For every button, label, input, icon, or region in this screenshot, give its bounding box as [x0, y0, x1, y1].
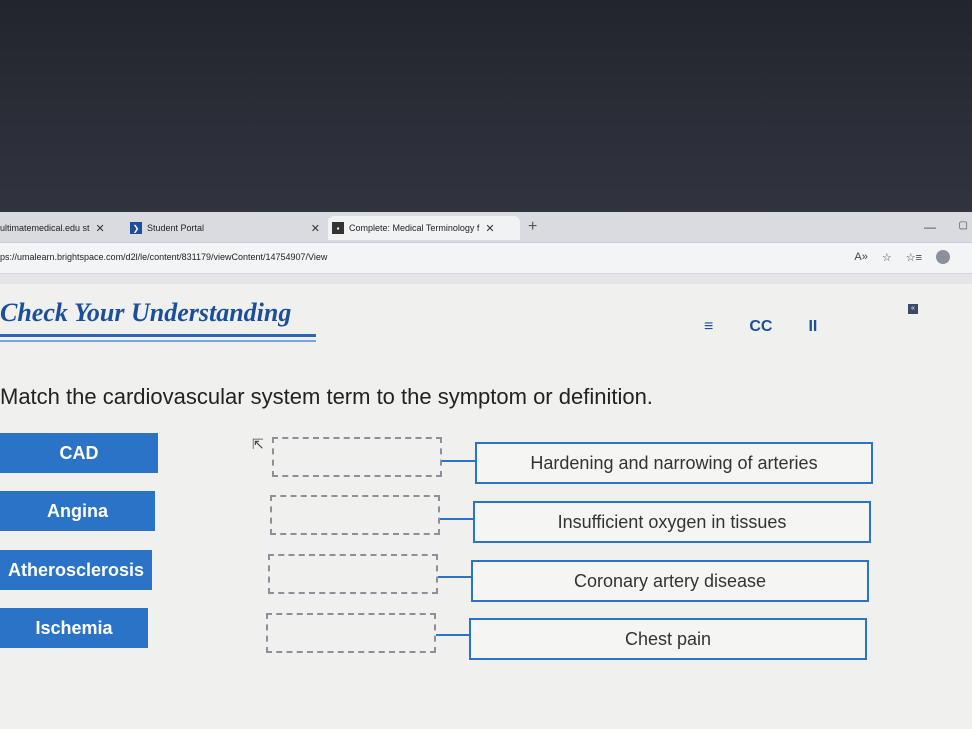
drop-target[interactable] [270, 495, 440, 535]
drop-target[interactable] [272, 437, 442, 477]
title-underline [0, 334, 316, 337]
menu-icon[interactable]: ≡ [704, 318, 713, 336]
definition-item: Insufficient oxygen in tissues [473, 501, 871, 543]
close-icon[interactable]: ✕ [96, 222, 105, 235]
connector-line [436, 634, 472, 636]
toolbar-strip [0, 274, 972, 284]
monitor-bezel [0, 0, 972, 215]
tab-bar: ultimatemedical.edu st ✕ ❯ Student Porta… [0, 212, 972, 243]
collapse-icon[interactable]: « [908, 304, 918, 314]
tab-ultimatemedical[interactable]: ultimatemedical.edu st ✕ [0, 216, 125, 240]
definition-item: Chest pain [469, 618, 867, 660]
instruction-text: Match the cardiovascular system term to … [0, 384, 653, 409]
tab-student-portal[interactable]: ❯ Student Portal ✕ [130, 216, 320, 240]
profile-avatar[interactable] [936, 250, 950, 264]
url-field[interactable]: ps://umalearn.brightspace.com/d2l/le/con… [0, 252, 327, 262]
address-bar-icons: A» ☆ ☆≡ [854, 250, 950, 264]
activity-content: Check Your Understanding « ≡ CC II Match… [0, 284, 972, 729]
captions-button[interactable]: CC [749, 318, 772, 336]
tab-medical-terminology[interactable]: ▪ Complete: Medical Terminology f ✕ [328, 216, 520, 240]
favorite-star-icon[interactable]: ☆ [882, 251, 892, 264]
definition-item: Coronary artery disease [471, 560, 869, 602]
new-tab-button[interactable]: + [528, 218, 537, 236]
tab-label: ultimatemedical.edu st [0, 223, 90, 233]
browser-window: ultimatemedical.edu st ✕ ❯ Student Porta… [0, 212, 972, 729]
term-atherosclerosis[interactable]: Atherosclerosis [0, 550, 152, 590]
drop-target[interactable] [268, 554, 438, 594]
page-title: Check Your Understanding [0, 298, 292, 327]
favorites-list-icon[interactable]: ☆≡ [906, 251, 922, 264]
tab-label: Student Portal [147, 223, 205, 233]
drop-target[interactable] [266, 613, 436, 653]
term-angina[interactable]: Angina [0, 491, 155, 531]
term-cad[interactable]: CAD [0, 433, 158, 473]
connector-line [442, 460, 478, 462]
read-aloud-icon[interactable]: A» [854, 251, 867, 263]
close-icon[interactable]: ✕ [311, 222, 320, 235]
player-controls: ≡ CC II [704, 318, 817, 336]
definition-item: Hardening and narrowing of arteries [475, 442, 873, 484]
minimize-icon[interactable]: — [924, 220, 936, 234]
pause-button[interactable]: II [808, 318, 817, 336]
site-favicon-icon: ▪ [332, 222, 344, 234]
tab-label: Complete: Medical Terminology f [349, 223, 480, 233]
restore-icon[interactable]: ▢ [959, 220, 968, 231]
connector-line [438, 576, 474, 578]
address-bar: ps://umalearn.brightspace.com/d2l/le/con… [0, 243, 972, 274]
close-icon[interactable]: ✕ [485, 222, 494, 235]
mouse-cursor-icon: ⇱ [252, 436, 264, 452]
title-underline-secondary [0, 340, 316, 342]
connector-line [440, 518, 476, 520]
chevron-right-icon: ❯ [130, 222, 142, 234]
term-ischemia[interactable]: Ischemia [0, 608, 148, 648]
